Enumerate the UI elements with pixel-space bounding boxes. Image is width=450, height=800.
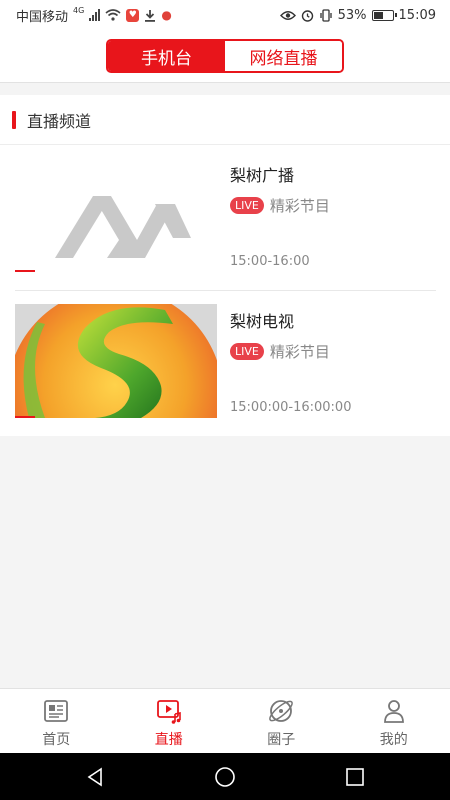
system-navigation-bar xyxy=(0,753,450,800)
channel-item-tv[interactable]: 梨树电视 LIVE 精彩节目 15:00:00-16:00:00 xyxy=(15,304,436,439)
channel-name: 梨树电视 xyxy=(230,312,295,331)
bottom-navigation: 首页 直播 圈子 我的 xyxy=(0,688,450,753)
program-time: 15:00-16:00 xyxy=(230,254,310,269)
live-badge: LIVE xyxy=(230,343,264,360)
battery-icon xyxy=(371,9,397,21)
segmented-tabs: 手机台 网络直播 xyxy=(106,39,344,73)
signal-icon xyxy=(89,9,101,21)
thumbnail-progress-mark xyxy=(15,416,35,418)
section-header: 直播频道 xyxy=(0,95,450,145)
status-bar: 中国移动 4G ♥ ● 53% 15:09 xyxy=(0,0,450,30)
nav-item-live[interactable]: 直播 xyxy=(113,689,226,753)
channel-status-row: LIVE 精彩节目 xyxy=(230,195,330,216)
person-icon xyxy=(383,700,404,723)
alarm-icon xyxy=(301,9,313,22)
tab-mobile-station[interactable]: 手机台 xyxy=(108,41,225,71)
wifi-icon xyxy=(105,9,121,21)
carrier-name: 中国移动 xyxy=(16,9,69,25)
live-channels-section: 直播频道 梨树广播 LIVE 精彩节目 15:00-16:00 梨树电视 LIV… xyxy=(0,95,450,436)
planet-icon xyxy=(269,700,294,722)
section-title: 直播频道 xyxy=(27,111,92,131)
program-title: 精彩节目 xyxy=(269,197,330,215)
nav-label-live: 直播 xyxy=(154,732,183,748)
nav-item-circle[interactable]: 圈子 xyxy=(225,689,338,753)
back-button[interactable] xyxy=(75,757,115,797)
placeholder-logo-icon xyxy=(55,196,191,258)
status-right: 53% 15:09 xyxy=(279,7,436,23)
program-title: 精彩节目 xyxy=(269,343,330,361)
network-type: 4G xyxy=(73,5,85,15)
status-left: 中国移动 4G ♥ ● xyxy=(16,6,172,25)
clock-time: 15:09 xyxy=(398,7,436,23)
nav-label-mine: 我的 xyxy=(379,732,408,748)
recents-button[interactable] xyxy=(335,757,375,797)
eye-icon xyxy=(279,10,296,20)
item-divider xyxy=(15,290,436,291)
program-time: 15:00:00-16:00:00 xyxy=(230,400,352,415)
location-pin-icon: ● xyxy=(161,8,172,22)
home-circle-icon xyxy=(215,766,235,787)
top-bar: 手机台 网络直播 xyxy=(0,30,450,83)
nav-label-circle: 圈子 xyxy=(267,732,296,748)
nav-label-home: 首页 xyxy=(42,732,71,748)
home-button[interactable] xyxy=(205,757,245,797)
tv-channel-logo-icon xyxy=(15,304,217,418)
battery-percent: 53% xyxy=(337,7,367,23)
channel-thumbnail xyxy=(15,304,217,418)
notification-app-icon: ♥ xyxy=(126,8,140,22)
live-video-icon xyxy=(156,700,181,724)
back-icon xyxy=(87,767,102,786)
thumbnail-progress-mark xyxy=(15,270,35,272)
live-badge: LIVE xyxy=(230,197,264,214)
nav-item-mine[interactable]: 我的 xyxy=(338,689,450,753)
vibrate-icon xyxy=(319,8,332,22)
recents-square-icon xyxy=(346,767,364,786)
section-accent-bar xyxy=(12,110,16,129)
channel-name: 梨树广播 xyxy=(230,166,295,185)
download-icon xyxy=(145,9,156,22)
nav-item-home[interactable]: 首页 xyxy=(0,689,113,753)
channel-item-radio[interactable]: 梨树广播 LIVE 精彩节目 15:00-16:00 xyxy=(15,158,436,293)
channel-thumbnail xyxy=(15,158,217,272)
tab-network-live[interactable]: 网络直播 xyxy=(225,41,342,71)
channel-status-row: LIVE 精彩节目 xyxy=(230,341,330,362)
news-icon xyxy=(44,700,69,722)
